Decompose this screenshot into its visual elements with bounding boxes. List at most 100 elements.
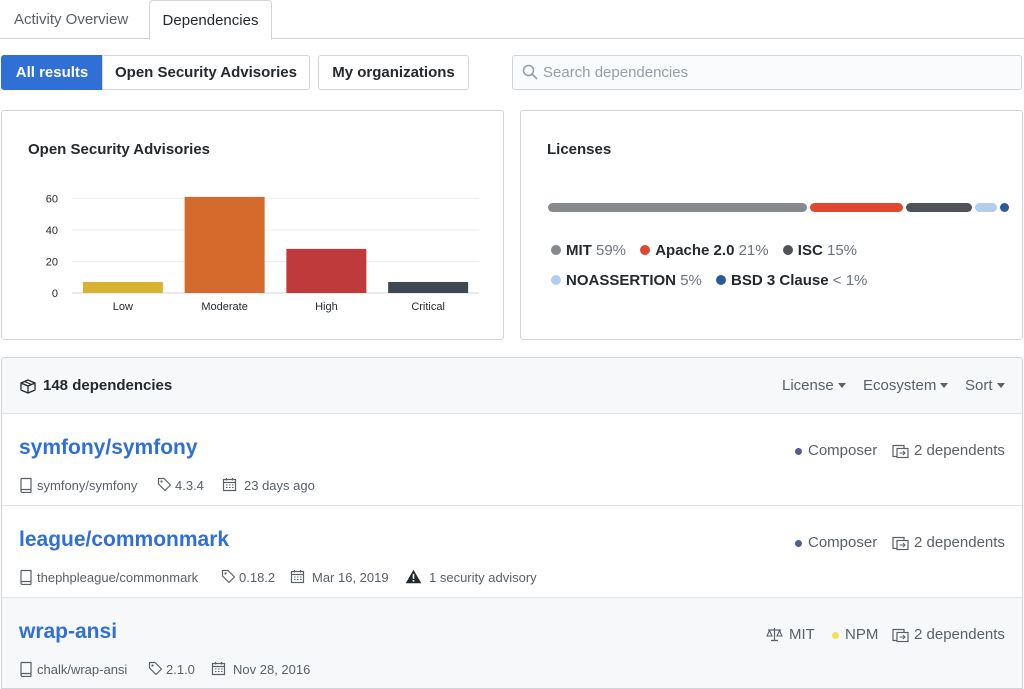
date-text: Nov 28, 2016 [233, 662, 311, 677]
legend-name: MIT [566, 242, 592, 259]
ecosystem-dot [795, 540, 802, 547]
bar-low [82, 281, 163, 293]
dependency-name-link[interactable]: wrap-ansi [19, 620, 117, 644]
dependencies-list: 148 dependencies License Ecosystem Sort … [1, 357, 1023, 689]
search-icon [522, 64, 538, 80]
calendar-icon [222, 478, 237, 492]
open-security-advisories-button[interactable]: Open Security Advisories [102, 55, 310, 90]
package-icon [20, 379, 36, 394]
advisory-text: 1 security advisory [429, 570, 537, 585]
ecosystem-text: Composer [808, 442, 878, 459]
repo-name: symfony/symfony [37, 478, 138, 493]
legend-pct: 5% [680, 272, 702, 289]
legend-item-noassertion: NOASSERTION 5% [551, 272, 702, 289]
search-box [512, 55, 1022, 90]
repo-icon [20, 477, 32, 493]
calendar-icon [211, 662, 226, 676]
repo-icon [20, 569, 32, 585]
legend-item-mit: MIT 59% [551, 242, 626, 259]
legend-dot [551, 245, 561, 255]
licenses-bar [548, 203, 1009, 212]
legend-dot [782, 245, 793, 255]
legend-item-apache: Apache 2.0 21% [640, 242, 769, 259]
y-tick-label: 20 [46, 256, 58, 268]
license-bar-segment [974, 203, 997, 212]
caret-down-icon [837, 383, 846, 388]
dependents-icon [892, 444, 909, 459]
legend-dot [640, 245, 651, 255]
repo-name: chalk/wrap-ansi [37, 662, 128, 677]
tag-icon [148, 661, 163, 676]
license-filter-dropdown[interactable]: License [782, 377, 846, 394]
ecosystem-dot [795, 448, 802, 455]
dependency-count: 148 dependencies [43, 377, 173, 394]
legend-pct: < 1% [832, 272, 868, 289]
law-scale-icon [766, 628, 783, 642]
date-text: 23 days ago [244, 478, 315, 493]
legend-dot [551, 275, 561, 285]
dependents-text: 2 dependents [914, 626, 1005, 643]
dependents-text: 2 dependents [914, 442, 1005, 459]
license-bar-segment [905, 203, 972, 212]
sort-dropdown[interactable]: Sort [965, 377, 1005, 394]
bar-high [286, 248, 367, 293]
legend-item-bsd: BSD 3 Clause < 1% [716, 272, 867, 289]
bar-critical [388, 281, 469, 293]
x-tick-label: Critical [411, 301, 445, 313]
tag-icon [221, 569, 236, 584]
dependency-row: symfony/symfony symfony/symfony 4.3.4 23… [2, 414, 1022, 506]
license-filter-label: License [782, 377, 834, 394]
x-tick-label: Low [113, 301, 133, 313]
dependency-row: wrap-ansi chalk/wrap-ansi 2.1.0 Nov 28, … [2, 598, 1022, 688]
dependents-icon [892, 628, 909, 643]
version-text: 4.3.4 [175, 478, 204, 493]
tab-bar: Activity Overview Dependencies [0, 0, 1024, 40]
dependents-text: 2 dependents [914, 534, 1005, 551]
y-tick-label: 40 [46, 225, 58, 237]
repo-icon [20, 661, 32, 677]
legend-pct: 21% [738, 242, 769, 259]
repo-name: thephpleague/commonmark [37, 570, 199, 585]
legend-item-isc: ISC 15% [782, 242, 858, 259]
legend-dot [716, 275, 727, 285]
bar-moderate [184, 196, 265, 293]
legend-name: BSD 3 Clause [731, 272, 829, 289]
dependents-icon [892, 536, 909, 551]
ecosystem-text: Composer [808, 534, 878, 551]
ecosystem-dot [832, 632, 839, 639]
dependency-name-link[interactable]: symfony/symfony [19, 436, 198, 460]
sort-label: Sort [965, 377, 993, 394]
calendar-icon [290, 570, 305, 584]
licenses-title: Licenses [547, 141, 612, 158]
all-results-button[interactable]: All results [1, 55, 103, 90]
licenses-legend-row-2: NOASSERTION 5% BSD 3 Clause < 1% [551, 272, 877, 289]
date-text: Mar 16, 2019 [312, 570, 389, 585]
version-text: 2.1.0 [166, 662, 195, 677]
tag-icon [157, 477, 172, 492]
my-organizations-button[interactable]: My organizations [318, 55, 469, 90]
search-input[interactable] [543, 56, 1013, 89]
licenses-legend-row-1: MIT 59% Apache 2.0 21% ISC 15% [551, 242, 867, 259]
caret-down-icon [940, 383, 949, 388]
license-bar-segment [999, 203, 1009, 212]
dependency-name-link[interactable]: league/commonmark [19, 528, 229, 552]
advisories-card: Open Security Advisories 0 20 40 60 Low Moder… [1, 110, 504, 340]
licenses-card: Licenses MIT 59% Apache 2.0 21% ISC 15% … [520, 110, 1023, 340]
list-header: 148 dependencies License Ecosystem Sort [2, 358, 1022, 414]
license-bar-segment [810, 203, 903, 212]
y-tick-label: 0 [52, 288, 58, 300]
legend-pct: 15% [826, 242, 858, 259]
y-tick-label: 60 [46, 193, 58, 205]
x-tick-label: Moderate [201, 301, 247, 313]
advisories-chart: 0 20 40 60 Low Moderate High Critical [46, 193, 479, 313]
x-tick-label: High [315, 301, 338, 313]
ecosystem-filter-dropdown[interactable]: Ecosystem [863, 377, 949, 394]
legend-name: NOASSERTION [566, 272, 677, 289]
alert-icon [405, 569, 422, 584]
legend-name: ISC [797, 242, 823, 259]
tab-dependencies[interactable]: Dependencies [149, 0, 272, 40]
license-text: MIT [789, 626, 815, 643]
legend-name: Apache 2.0 [655, 242, 735, 259]
license-bar-segment [548, 203, 808, 212]
tab-activity-overview[interactable]: Activity Overview [14, 0, 128, 39]
